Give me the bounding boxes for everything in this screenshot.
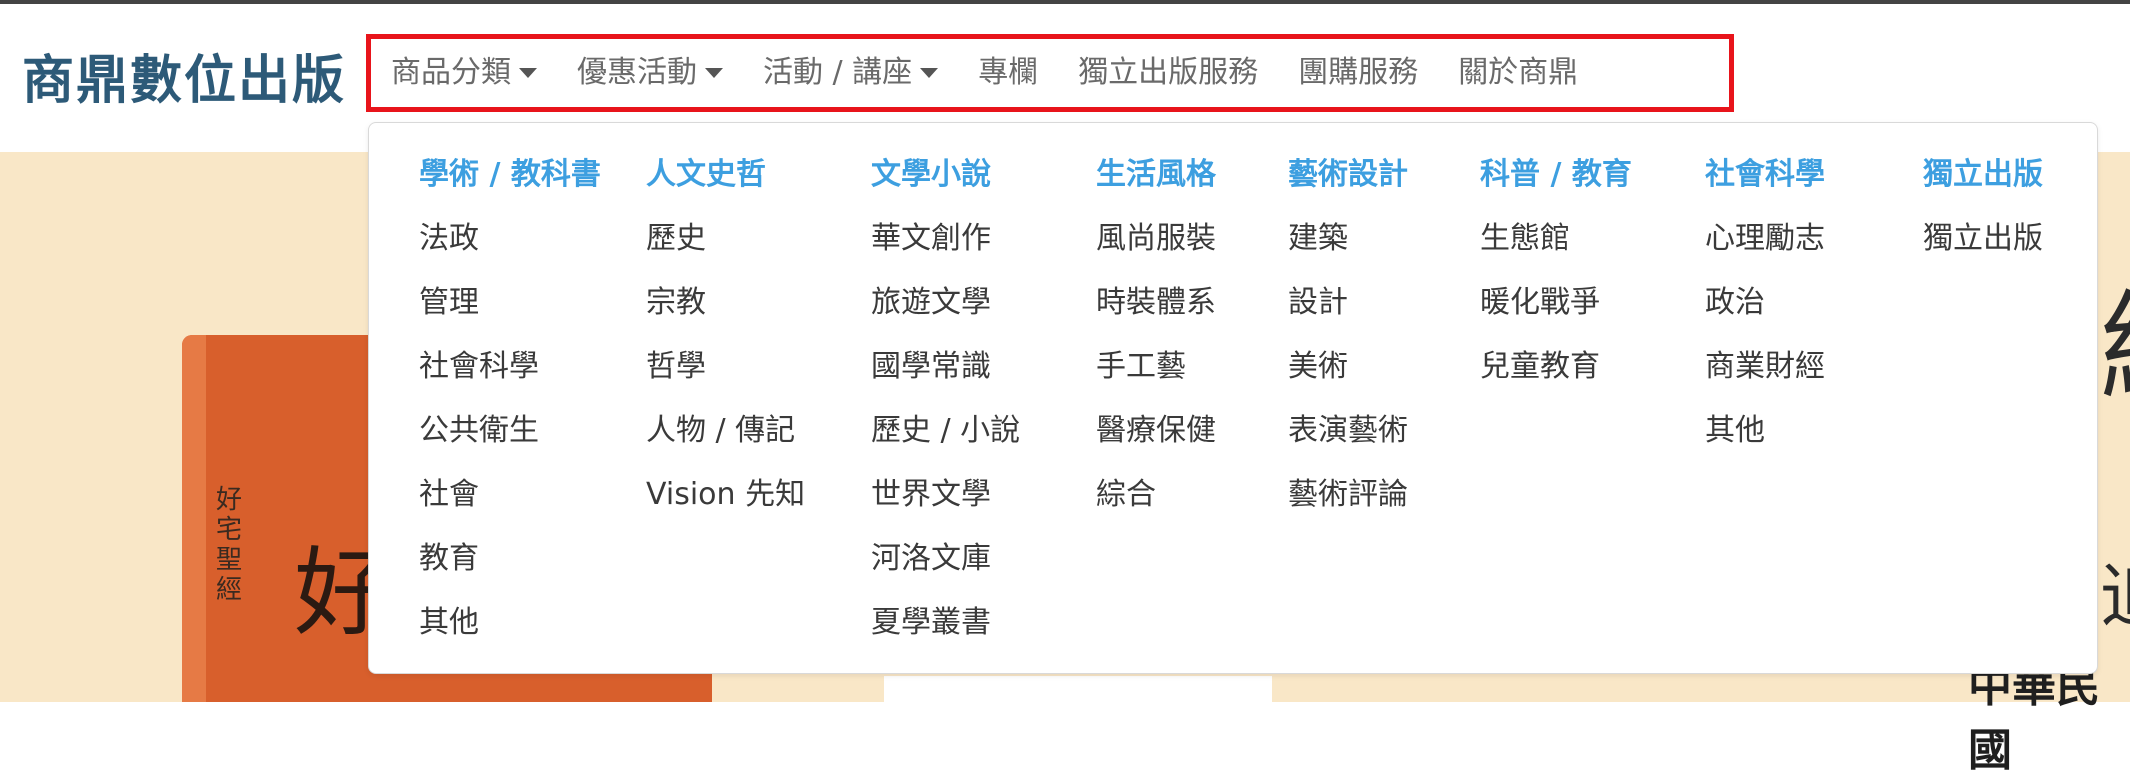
white-card [884, 676, 1272, 702]
menu-link[interactable]: 暖化戰爭 [1480, 281, 1632, 325]
menu-column: 獨立出版 獨立出版 [1923, 153, 2043, 261]
nav-indie-publishing[interactable]: 獨立出版服務 [1058, 39, 1278, 107]
menu-link[interactable]: 社會科學 [419, 345, 601, 389]
menu-column-heading[interactable]: 人文史哲 [646, 153, 805, 197]
menu-link[interactable]: 教育 [419, 537, 601, 581]
menu-link[interactable]: Vision 先知 [646, 473, 805, 517]
menu-link[interactable]: 其他 [419, 601, 601, 645]
menu-link[interactable]: 設計 [1288, 281, 1408, 325]
nav-promotions[interactable]: 優惠活動 [557, 39, 743, 107]
menu-link[interactable]: 商業財經 [1705, 345, 1825, 389]
menu-link[interactable]: 管理 [419, 281, 601, 325]
menu-link[interactable]: 美術 [1288, 345, 1408, 389]
menu-link[interactable]: 華文創作 [871, 217, 1020, 261]
nav-item-label: 優惠活動 [577, 55, 697, 90]
menu-link[interactable]: 公共衛生 [419, 409, 601, 453]
menu-column-heading[interactable]: 藝術設計 [1288, 153, 1408, 197]
menu-link[interactable]: 醫療保健 [1096, 409, 1216, 453]
menu-column: 文學小說華文創作旅遊文學國學常識歷史 / 小說 世界文學河洛文庫夏學叢書 [871, 153, 1020, 645]
menu-column-heading[interactable]: 生活風格 [1096, 153, 1216, 197]
nav-item-label: 關於商鼎 [1458, 55, 1579, 90]
menu-column: 社會科學心理勵志政治商業財經其他 [1705, 153, 1825, 453]
menu-column-heading[interactable]: 社會科學 [1705, 153, 1825, 197]
menu-link[interactable]: 歷史 / 小說 [871, 409, 1020, 453]
menu-link[interactable]: 建築 [1288, 217, 1408, 261]
nav-group-buying[interactable]: 團購服務 [1278, 39, 1438, 107]
menu-link[interactable]: 歷史 [646, 217, 805, 261]
nav-item-label: 獨立出版服務 [1078, 55, 1259, 90]
menu-link[interactable]: 手工藝 [1096, 345, 1216, 389]
menu-column: 學術 / 教科書 法政管理社會科學公共衛生社會教育其他 [419, 153, 601, 645]
menu-column: 藝術設計建築設計美術表演藝術藝術評論 [1288, 153, 1408, 517]
menu-link[interactable]: 社會 [419, 473, 601, 517]
book-spine [182, 335, 206, 702]
menu-link[interactable]: 兒童教育 [1480, 345, 1632, 389]
menu-column-heading[interactable]: 學術 / 教科書 [419, 153, 601, 197]
caret-down-icon [705, 68, 723, 78]
nav-item-label: 團購服務 [1298, 55, 1419, 90]
menu-link[interactable]: 法政 [419, 217, 601, 261]
caret-down-icon [519, 68, 537, 78]
menu-link[interactable]: 心理勵志 [1705, 217, 1825, 261]
menu-link[interactable]: 人物 / 傳記 [646, 409, 805, 453]
menu-link[interactable]: 宗教 [646, 281, 805, 325]
nav-item-label: 專欄 [978, 55, 1039, 90]
nav-item-label: 商品分類 [391, 55, 511, 90]
nav-about[interactable]: 關於商鼎 [1438, 39, 1598, 107]
menu-column: 科普 / 教育 生態館暖化戰爭兒童教育 [1480, 153, 1632, 389]
menu-link[interactable]: 獨立出版 [1923, 217, 2043, 261]
nav-item-label: 活動 / 講座 [763, 55, 913, 90]
menu-link[interactable]: 綜合 [1096, 473, 1216, 517]
menu-link[interactable]: 表演藝術 [1288, 409, 1408, 453]
main-nav: 商品分類 優惠活動 活動 / 講座 專欄 獨立出版服務 團購服務 關於商鼎 [371, 39, 1598, 107]
menu-column: 人文史哲歷史宗教哲學人物 / 傳記 Vision 先知 [646, 153, 805, 517]
menu-link[interactable]: 政治 [1705, 281, 1825, 325]
menu-link[interactable]: 藝術評論 [1288, 473, 1408, 517]
menu-link[interactable]: 河洛文庫 [871, 537, 1020, 581]
hero-right-glyph: 緣 [2100, 250, 2130, 424]
site-logo[interactable]: 商鼎數位出版 [22, 46, 346, 116]
menu-column-heading[interactable]: 文學小說 [871, 153, 1020, 197]
nav-columns[interactable]: 專欄 [958, 39, 1058, 107]
menu-link[interactable]: 生態館 [1480, 217, 1632, 261]
menu-link[interactable]: 旅遊文學 [871, 281, 1020, 325]
menu-column: 生活風格風尚服裝時裝體系手工藝醫療保健綜合 [1096, 153, 1216, 517]
nav-events[interactable]: 活動 / 講座 [743, 39, 958, 107]
caret-down-icon [920, 68, 939, 78]
menu-link[interactable]: 世界文學 [871, 473, 1020, 517]
book-vertical-title: 好宅聖經 [216, 485, 243, 605]
category-mega-menu: 學術 / 教科書 法政 管理 社會科學 公共衛生 社會 教育 其他 人文史哲 歷史 宗教 哲學 人物 /… [368, 122, 2098, 674]
nav-categories[interactable]: 商品分類 [371, 39, 557, 107]
menu-link[interactable]: 時裝體系 [1096, 281, 1216, 325]
hero-right-glyph-2: 追 [2100, 540, 2130, 641]
menu-column-heading[interactable]: 科普 / 教育 [1480, 153, 1632, 197]
menu-link[interactable]: 國學常識 [871, 345, 1020, 389]
menu-link[interactable]: 夏學叢書 [871, 601, 1020, 645]
menu-column-heading[interactable]: 獨立出版 [1923, 153, 2043, 197]
menu-link[interactable]: 其他 [1705, 409, 1825, 453]
menu-link[interactable]: 哲學 [646, 345, 805, 389]
menu-link[interactable]: 風尚服裝 [1096, 217, 1216, 261]
